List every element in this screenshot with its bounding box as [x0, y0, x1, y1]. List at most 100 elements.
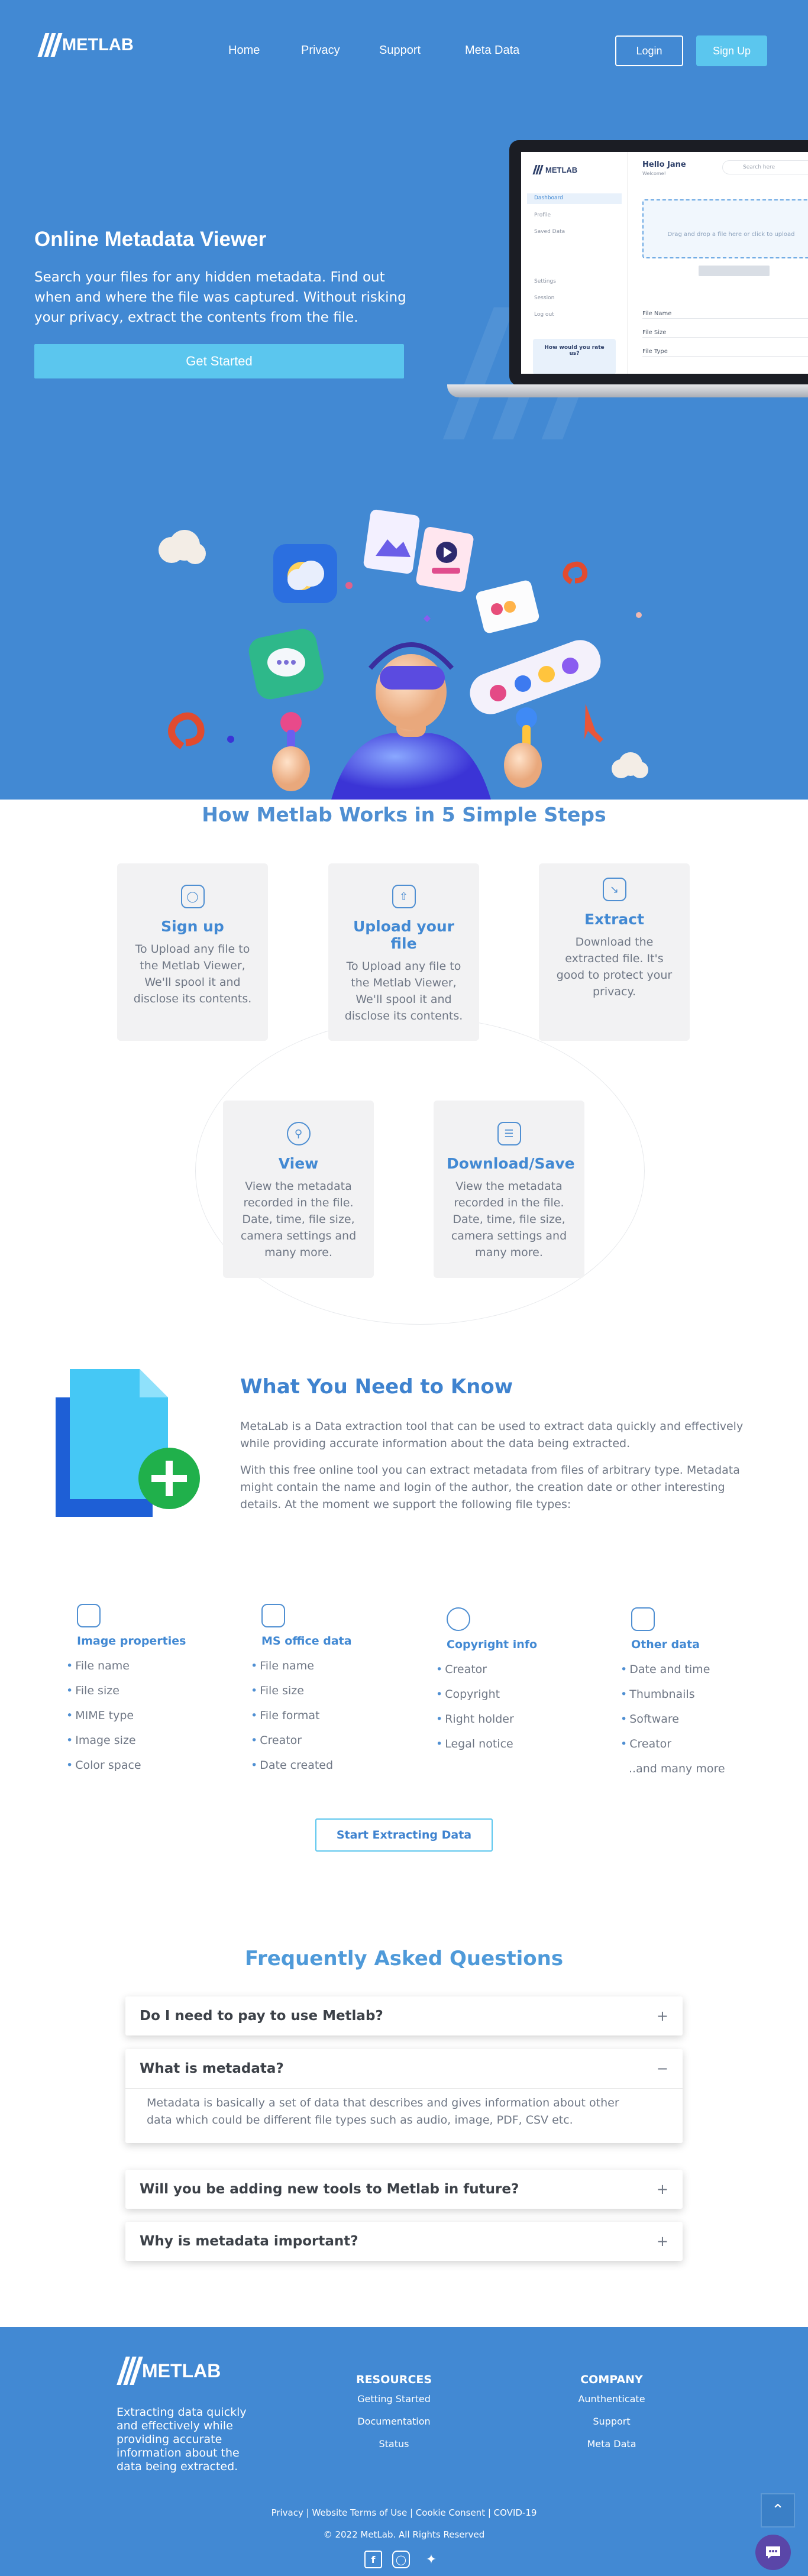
mock-menu-saved: Saved Data — [534, 229, 565, 235]
user-check-icon — [447, 1607, 470, 1631]
logo-mark-icon — [37, 33, 63, 57]
footer-link-status[interactable]: Status — [335, 2438, 453, 2449]
nav-link-privacy[interactable]: Privacy — [301, 44, 340, 57]
start-extracting-button[interactable]: Start Extracting Data — [315, 1818, 493, 1852]
know-title: What You Need to Know — [240, 1375, 513, 1399]
know-paragraph-1: MetaLab is a Data extraction tool that c… — [240, 1420, 744, 1450]
mock-upload-button — [699, 266, 770, 276]
footer-link-meta-data[interactable]: Meta Data — [552, 2438, 671, 2449]
filetype-title: MS office data — [261, 1635, 352, 1648]
brand-name: METLAB — [62, 35, 134, 54]
mock-subtitle: Welcome! — [642, 171, 666, 176]
step-card-signup: ◯ Sign up To Upload any file to the Metl… — [117, 863, 268, 1041]
step-card-view: ⚲ View View the metadata recorded in the… — [223, 1101, 374, 1278]
laptop-screen: METLAB Dashboard Profile Saved Data Sett… — [509, 140, 808, 386]
filetype-item: Creator — [436, 1657, 602, 1682]
filetype-item: Thumbnails — [620, 1682, 786, 1707]
footer: METLAB Extracting data quickly and effec… — [0, 2327, 808, 2576]
minus-icon[interactable]: − — [657, 2060, 668, 2077]
image-icon — [77, 1604, 101, 1627]
filetype-item: Date created — [251, 1753, 416, 1778]
mock-dropzone: Drag and drop a file here or click to up… — [642, 199, 808, 258]
mock-field-size: File Size — [642, 319, 808, 338]
faq-question: Will you be adding new tools to Metlab i… — [140, 2182, 519, 2197]
footer-link-support[interactable]: Support — [552, 2416, 671, 2427]
footer-description: Extracting data quickly and effectively … — [117, 2406, 247, 2473]
filetype-title: Image properties — [77, 1635, 186, 1648]
faq-item[interactable]: Why is metadata important? + — [125, 2222, 683, 2261]
plus-icon[interactable]: + — [657, 2233, 668, 2250]
filetype-item: Creator — [251, 1728, 416, 1753]
mock-menu-session: Session — [534, 295, 555, 301]
twitter-icon[interactable]: ✦ — [422, 2551, 440, 2568]
faq-item-expanded[interactable]: What is metadata? − Metadata is basically… — [125, 2049, 683, 2143]
nav-link-meta-data[interactable]: Meta Data — [465, 44, 519, 57]
plus-icon[interactable]: + — [657, 2181, 668, 2198]
steps-title: How Metlab Works in 5 Simple Steps — [202, 803, 606, 826]
step-title: View — [278, 1155, 319, 1172]
mock-menu-logout: Log out — [534, 312, 554, 318]
filetype-item: Color space — [66, 1753, 232, 1778]
step-card-upload: ⇧ Upload your file To Upload any file to… — [328, 863, 479, 1041]
brand-name: METLAB — [142, 2360, 221, 2381]
mock-field-name: File Name — [642, 300, 808, 319]
filetype-item: Software — [620, 1707, 786, 1732]
mock-logo-mark-icon — [532, 165, 544, 174]
filetype-item: Date and time — [620, 1657, 786, 1682]
footer-link-getting-started[interactable]: Getting Started — [335, 2393, 453, 2405]
filetype-item: File name — [66, 1653, 232, 1678]
step-title: Extract — [584, 911, 645, 928]
filetype-item: File size — [66, 1678, 232, 1703]
footer-link-authenticate[interactable]: Aunthenticate — [552, 2393, 671, 2405]
footer-copyright: © 2022 MetLab. All Rights Reserved — [323, 2529, 485, 2540]
mock-sidebar: METLAB Dashboard Profile Saved Data Sett… — [521, 152, 628, 374]
chat-button[interactable] — [755, 2535, 791, 2570]
mock-greeting: Hello Jane — [642, 160, 686, 169]
filetype-item: Image size — [66, 1728, 232, 1753]
apps-icon — [631, 1607, 655, 1631]
login-button[interactable]: Login — [615, 35, 683, 66]
scroll-to-top-button[interactable]: ⌃ — [761, 2493, 795, 2528]
instagram-icon[interactable]: ◯ — [392, 2551, 410, 2568]
brand-logo[interactable]: METLAB — [37, 33, 134, 57]
footer-legal-links[interactable]: Privacy | Website Terms of Use | Cookie … — [0, 2507, 808, 2518]
filetype-item: File name — [251, 1653, 416, 1678]
footer-link-documentation[interactable]: Documentation — [335, 2416, 453, 2427]
extract-icon: ↘ — [602, 878, 626, 901]
chat-icon — [766, 2546, 780, 2559]
footer-logo[interactable]: METLAB — [117, 2357, 221, 2385]
faq-item[interactable]: Will you be adding new tools to Metlab i… — [125, 2170, 683, 2209]
filetype-title: Other data — [631, 1638, 700, 1651]
plus-icon[interactable]: + — [657, 2008, 668, 2024]
step-text: View the metadata recorded in the file. … — [451, 1180, 567, 1259]
hero-section: /// METLAB Home Privacy Support Meta Dat… — [0, 0, 808, 800]
step-text: To Upload any file to the Metlab Viewer,… — [344, 960, 463, 1022]
mock-field-type: File Type — [642, 338, 808, 357]
mock-search: Search here — [722, 160, 808, 174]
faq-question: Do I need to pay to use Metlab? — [140, 2008, 383, 2024]
filetype-item: Copyright — [436, 1682, 602, 1707]
filetype-item: Creator — [620, 1732, 786, 1756]
filetype-item: MIME type — [66, 1703, 232, 1728]
know-paragraph-2: With this free online tool you can extra… — [240, 1464, 740, 1511]
filetype-col-office: MS office data File name File size File … — [251, 1604, 416, 1778]
faq-item[interactable]: Do I need to pay to use Metlab? + — [125, 1996, 683, 2035]
signup-button[interactable]: Sign Up — [696, 35, 767, 66]
top-navbar: METLAB Home Privacy Support Meta Data Lo… — [0, 0, 808, 104]
get-started-button[interactable]: Get Started — [34, 344, 404, 378]
step-card-extract: ↘ Extract Download the extracted file. I… — [539, 863, 690, 1041]
hero-illustration — [136, 491, 657, 800]
nav-link-support[interactable]: Support — [379, 44, 421, 57]
person-with-icons-illustration — [159, 509, 648, 800]
mock-rating-card: How would you rate us? — [533, 339, 616, 374]
document-icon — [261, 1604, 285, 1627]
laptop-mockup: METLAB Dashboard Profile Saved Data Sett… — [447, 140, 808, 400]
laptop-base — [447, 384, 808, 397]
filetype-item: File size — [251, 1678, 416, 1703]
filetype-more: ..and many more — [629, 1762, 725, 1775]
search-icon: ⚲ — [286, 1122, 311, 1145]
nav-link-home[interactable]: Home — [228, 44, 260, 57]
hero-title: Online Metadata Viewer — [34, 228, 267, 251]
logo-mark-icon — [117, 2357, 143, 2385]
facebook-icon[interactable]: f — [364, 2551, 382, 2568]
